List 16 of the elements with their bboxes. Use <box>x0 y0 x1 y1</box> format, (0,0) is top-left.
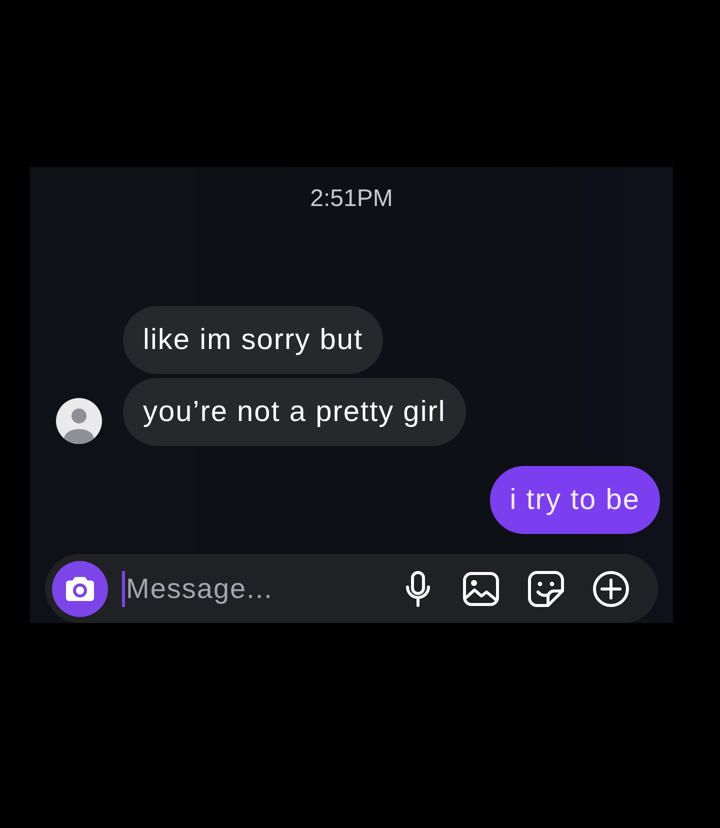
sticker-button[interactable] <box>528 570 564 606</box>
received-message: you’re not a pretty girl <box>123 378 466 446</box>
sticker-icon <box>528 570 564 606</box>
received-message: like im sorry but <box>123 306 384 374</box>
message-input[interactable]: Message... <box>125 568 345 610</box>
image-icon <box>463 572 499 606</box>
camera-icon <box>65 576 95 602</box>
microphone-icon <box>406 570 430 606</box>
microphone-button[interactable] <box>406 570 430 606</box>
gallery-button[interactable] <box>463 572 499 606</box>
plus-icon <box>593 570 629 606</box>
add-button[interactable] <box>593 570 629 606</box>
camera-button[interactable] <box>52 560 108 616</box>
sent-message: i try to be <box>490 466 660 534</box>
text-cursor <box>122 570 125 606</box>
timestamp: 2:51PM <box>310 184 393 212</box>
